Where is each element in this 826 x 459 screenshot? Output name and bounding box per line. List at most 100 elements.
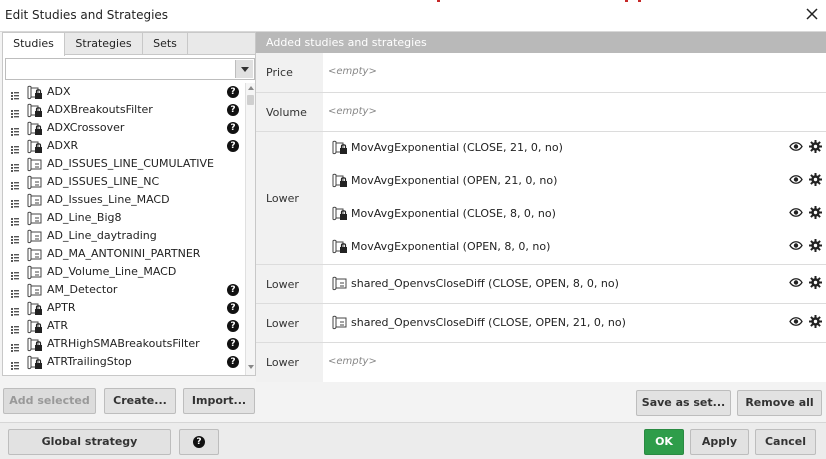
study-list-item[interactable]: ADX? [3, 83, 245, 101]
visibility-eye-icon[interactable] [789, 241, 803, 250]
group-price: Price <empty> [256, 53, 826, 93]
study-list-item[interactable]: AD_MA_ANTONINI_PARTNER [3, 245, 245, 263]
study-list-item[interactable]: AD_Line_daytrading [3, 227, 245, 245]
added-study-row[interactable]: shared_OpenvsCloseDiff (CLOSE, OPEN, 8, … [332, 275, 822, 293]
study-list-item[interactable]: APTR? [3, 299, 245, 317]
study-list-item[interactable]: ATR? [3, 317, 245, 335]
drag-handle-icon[interactable] [11, 142, 19, 154]
added-study-label: MovAvgExponential (CLOSE, 21, 0, no) [351, 141, 563, 154]
group-lower-2: Lower shared_OpenvsCloseDiff (CLOSE, OPE… [256, 265, 826, 304]
added-study-label: MovAvgExponential (CLOSE, 8, 0, no) [351, 207, 556, 220]
visibility-eye-icon[interactable] [789, 317, 803, 326]
help-icon[interactable]: ? [227, 356, 239, 368]
remove-all-button[interactable]: Remove all [737, 390, 822, 416]
search-dropdown-button[interactable] [235, 60, 253, 78]
search-combobox [5, 58, 255, 80]
drag-handle-icon[interactable] [11, 286, 19, 298]
create-button[interactable]: Create... [104, 388, 176, 414]
drag-handle-icon[interactable] [11, 196, 19, 208]
help-icon[interactable]: ? [227, 302, 239, 314]
apply-button[interactable]: Apply [690, 429, 749, 455]
cancel-button[interactable]: Cancel [755, 429, 816, 455]
title-bar: Edit Studies and Strategies [0, 0, 826, 32]
study-list-item[interactable]: AD_Line_Big8 [3, 209, 245, 227]
drag-handle-icon[interactable] [11, 178, 19, 190]
tab-studies[interactable]: Studies [3, 33, 65, 56]
help-icon[interactable]: ? [227, 140, 239, 152]
settings-gear-icon[interactable] [809, 239, 822, 252]
drag-handle-icon[interactable] [11, 214, 19, 226]
scroll-up-icon[interactable] [248, 86, 254, 90]
study-list-scrollbar[interactable] [245, 83, 255, 375]
study-list-item[interactable]: AD_ISSUES_LINE_NC [3, 173, 245, 191]
settings-gear-icon[interactable] [809, 206, 822, 219]
study-locked-icon [332, 239, 347, 254]
study-list-item[interactable]: ATRTrailingStop? [3, 353, 245, 371]
help-icon[interactable]: ? [227, 86, 239, 98]
added-studies-header: Added studies and strategies [256, 32, 826, 53]
drag-handle-icon[interactable] [11, 88, 19, 100]
study-list-item[interactable]: ATRHighSMABreakoutsFilter? [3, 335, 245, 353]
help-button[interactable]: ? [179, 429, 219, 455]
drag-handle-icon[interactable] [11, 322, 19, 334]
studies-pane: Studies Strategies Sets ADX? ADXBreakouts… [2, 32, 256, 376]
study-list-item[interactable]: ADXBreakoutsFilter? [3, 101, 245, 119]
tab-sets[interactable]: Sets [143, 33, 188, 55]
study-list: ADX? ADXBreakoutsFilter? ADXCrossover? ADXR… [3, 83, 245, 375]
help-icon[interactable]: ? [227, 338, 239, 350]
drag-handle-icon[interactable] [11, 304, 19, 316]
added-study-row[interactable]: shared_OpenvsCloseDiff (CLOSE, OPEN, 21,… [332, 314, 822, 332]
study-name: AD_ISSUES_LINE_CUMULATIVE [47, 157, 215, 170]
scroll-down-icon[interactable] [248, 365, 254, 369]
study-list-item[interactable]: AD_Volume_Line_MACD [3, 263, 245, 281]
study-script-icon [332, 315, 347, 330]
study-name: ADXR [47, 139, 79, 152]
settings-gear-icon[interactable] [809, 140, 822, 153]
settings-gear-icon[interactable] [809, 173, 822, 186]
drag-handle-icon[interactable] [11, 250, 19, 262]
empty-placeholder: <empty> [328, 106, 377, 117]
study-locked-icon [332, 173, 347, 188]
settings-gear-icon[interactable] [809, 315, 822, 328]
drag-handle-icon[interactable] [11, 160, 19, 172]
close-icon[interactable] [804, 6, 820, 22]
visibility-eye-icon[interactable] [789, 278, 803, 287]
group-label: Lower [256, 343, 323, 382]
visibility-eye-icon[interactable] [789, 142, 803, 151]
study-list-item[interactable]: AD_ISSUES_LINE_CUMULATIVE [3, 155, 245, 173]
visibility-eye-icon[interactable] [789, 175, 803, 184]
help-icon[interactable]: ? [227, 320, 239, 332]
search-input[interactable] [6, 59, 234, 79]
drag-handle-icon[interactable] [11, 124, 19, 136]
drag-handle-icon[interactable] [11, 232, 19, 244]
ok-button[interactable]: OK [644, 429, 684, 455]
study-locked-icon [332, 206, 347, 221]
study-name: APTR [47, 301, 76, 314]
scroll-thumb[interactable] [247, 95, 254, 105]
help-icon[interactable]: ? [227, 284, 239, 296]
drag-handle-icon[interactable] [11, 358, 19, 370]
tab-strategies[interactable]: Strategies [65, 33, 143, 55]
added-study-row[interactable]: MovAvgExponential (CLOSE, 8, 0, no) [332, 205, 822, 223]
save-as-set-button[interactable]: Save as set... [636, 390, 731, 416]
import-button[interactable]: Import... [183, 388, 255, 414]
added-study-row[interactable]: MovAvgExponential (OPEN, 21, 0, no) [332, 172, 822, 190]
study-list-item[interactable]: ADXR? [3, 137, 245, 155]
drag-handle-icon[interactable] [11, 106, 19, 118]
add-selected-button[interactable]: Add selected [3, 388, 96, 414]
study-list-item[interactable]: AM_Detector? [3, 281, 245, 299]
drag-handle-icon[interactable] [11, 340, 19, 352]
added-study-row[interactable]: MovAvgExponential (CLOSE, 21, 0, no) [332, 139, 822, 157]
drag-handle-icon[interactable] [11, 268, 19, 280]
study-list-item[interactable]: AD_Issues_Line_MACD [3, 191, 245, 209]
visibility-eye-icon[interactable] [789, 208, 803, 217]
study-name: AM_Detector [47, 283, 118, 296]
added-study-row[interactable]: MovAvgExponential (OPEN, 8, 0, no) [332, 238, 822, 256]
study-name: ATR [47, 319, 69, 332]
global-strategy-settings-button[interactable]: Global strategy settings... [8, 429, 171, 455]
help-icon[interactable]: ? [227, 122, 239, 134]
help-icon[interactable]: ? [227, 104, 239, 116]
settings-gear-icon[interactable] [809, 276, 822, 289]
study-list-item[interactable]: ADXCrossover? [3, 119, 245, 137]
study-name: AD_Line_daytrading [47, 229, 157, 242]
